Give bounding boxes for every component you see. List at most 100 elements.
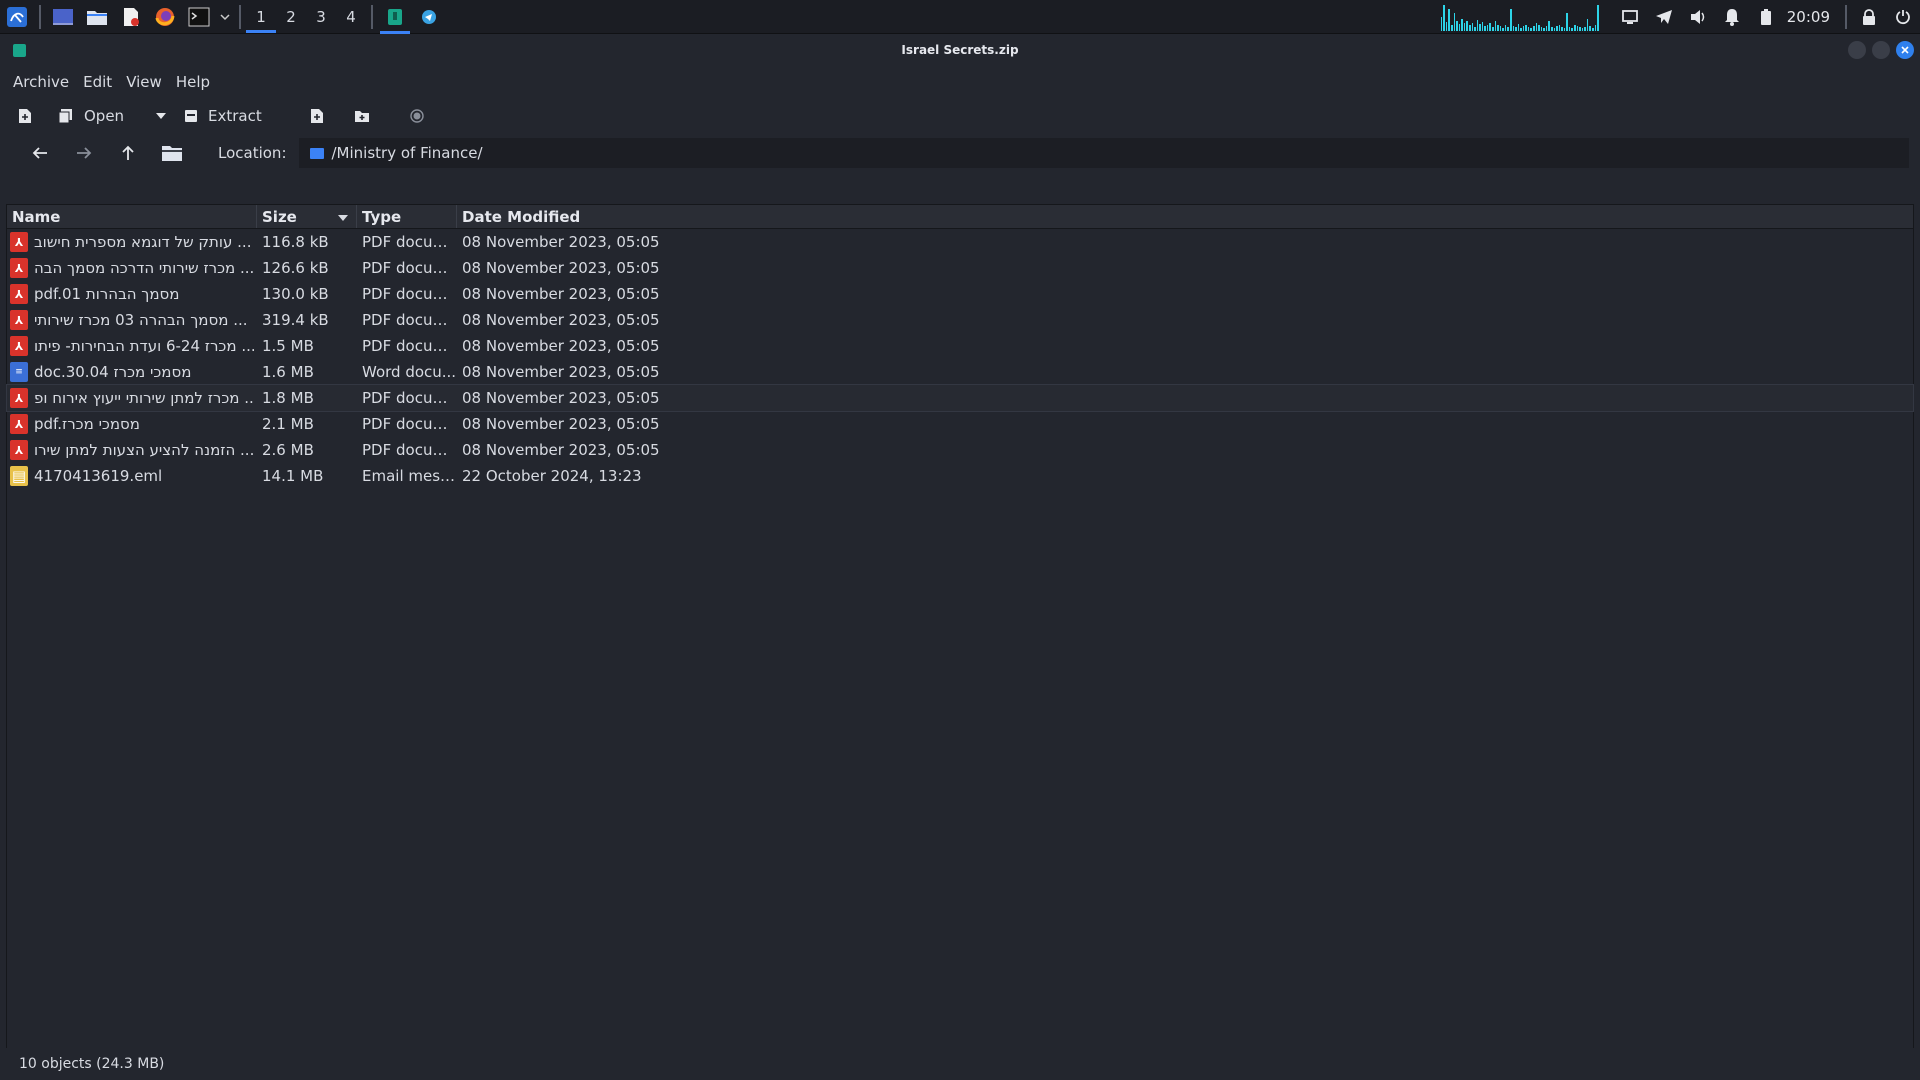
close-button[interactable] <box>1896 41 1914 59</box>
new-archive-button[interactable] <box>18 101 58 131</box>
workspace-4[interactable]: 4 <box>336 0 366 34</box>
extract-button[interactable]: Extract <box>184 101 310 131</box>
extract-label: Extract <box>208 107 262 125</box>
open-dropdown-button[interactable] <box>138 101 184 131</box>
cpu-graph-bar <box>1574 25 1576 31</box>
battery-icon[interactable] <box>1749 0 1783 34</box>
power-icon[interactable] <box>1886 0 1920 34</box>
email-file-icon: ▤ <box>10 466 28 486</box>
pdf-file-icon: ⅄ <box>10 284 28 304</box>
cpu-graph-bar <box>1456 21 1458 31</box>
firefox-icon[interactable] <box>150 2 180 32</box>
file-date-modified: 08 November 2023, 05:05 <box>462 233 660 251</box>
pdf-file-icon: ⅄ <box>10 258 28 278</box>
display-icon[interactable] <box>1613 0 1647 34</box>
titlebar[interactable]: Israel Secrets.zip <box>0 34 1920 66</box>
file-size: 130.0 kB <box>262 285 329 303</box>
workspace-3[interactable]: 3 <box>306 0 336 34</box>
file-name-cell: ⅄ מכרז למתן שירותי ייעוץ אירוח ופ ... <box>7 388 257 408</box>
location-path: /Ministry of Finance/ <box>331 144 483 162</box>
chevron-down-icon[interactable] <box>218 2 232 32</box>
add-files-button[interactable] <box>310 101 354 131</box>
add-files-icon <box>311 109 323 123</box>
cpu-graph-bar <box>1550 27 1553 31</box>
close-icon <box>1901 46 1909 54</box>
cpu-graph-bar <box>1499 26 1502 31</box>
workspace-2[interactable]: 2 <box>276 0 306 34</box>
maximize-button[interactable] <box>1872 41 1890 59</box>
pdf-file-icon: ⅄ <box>10 440 28 460</box>
minimize-button[interactable] <box>1848 41 1866 59</box>
stop-button[interactable] <box>410 101 450 131</box>
column-header-name[interactable]: Name <box>7 205 257 228</box>
menu-view[interactable]: View <box>119 73 169 91</box>
cpu-graph-bar <box>1591 28 1594 31</box>
column-header-size[interactable]: Size <box>257 205 357 228</box>
file-rows: ⅄ עותק של דוגמא מספרית חישוב ... 116.8 kB P… <box>6 229 1914 489</box>
file-type: PDF docum... <box>362 415 457 433</box>
folder-icon <box>162 146 182 161</box>
file-row[interactable]: ⅄ pdf.01 מסמך הבהרות 130.0 kB PDF docum... 0… <box>7 281 1913 307</box>
up-button[interactable] <box>106 138 150 168</box>
file-manager-icon[interactable] <box>82 2 112 32</box>
telegram-task-icon[interactable] <box>414 2 444 32</box>
cpu-graph-bar <box>1566 13 1568 31</box>
back-button[interactable] <box>18 138 62 168</box>
workspace-1[interactable]: 1 <box>246 0 276 34</box>
cpu-graph-bar <box>1522 26 1525 31</box>
column-header-type[interactable]: Type <box>357 205 457 228</box>
arrow-left-icon <box>32 147 47 159</box>
kali-menu-icon[interactable] <box>2 2 32 32</box>
pdf-file-icon: ⅄ <box>10 336 28 356</box>
file-row[interactable]: ▤ 4170413619.eml 14.1 MB Email mess... 22 Oc… <box>7 463 1913 489</box>
home-folder-button[interactable] <box>150 138 194 168</box>
file-name-cell: ⅄ מסמך הבהרה 03 מכרז שירותי ... <box>7 310 257 330</box>
pdf-file-icon: ⅄ <box>10 388 28 408</box>
file-row[interactable]: ⅄ מכרז למתן שירותי ייעוץ אירוח ופ ... 1.8 … <box>6 384 1914 412</box>
file-type: PDF docum... <box>362 441 457 459</box>
cpu-graph-bar <box>1517 24 1520 31</box>
desktop-icon[interactable] <box>48 2 78 32</box>
cpu-graph-bar <box>1481 22 1484 31</box>
file-size: 1.5 MB <box>262 337 314 355</box>
file-row[interactable]: ⅄ מסמך הבהרה 03 מכרז שירותי ... 319.4 kB PD… <box>7 307 1913 333</box>
cpu-graph-bar <box>1520 28 1522 31</box>
telegram-tray-icon[interactable] <box>1647 0 1681 34</box>
status-text: 10 objects (24.3 MB) <box>19 1056 165 1072</box>
cpu-graph-bar <box>1576 26 1579 31</box>
file-row[interactable]: ⅄ הזמנה להציע הצעות למתן שירו ... 2.6 MB PD… <box>7 437 1913 463</box>
taskbar: 1 2 3 4 20:09 <box>0 0 1920 34</box>
cpu-graph-bar <box>1558 25 1561 31</box>
open-button[interactable]: Open <box>58 101 138 131</box>
file-row[interactable]: ≡ doc.30.04 מסמכי מכרז 1.6 MB Word docu... 0… <box>7 359 1913 385</box>
terminal-icon[interactable] <box>184 2 214 32</box>
archive-manager-task-icon[interactable] <box>380 2 410 34</box>
menu-help[interactable]: Help <box>169 73 217 91</box>
file-date-modified: 08 November 2023, 05:05 <box>462 389 660 407</box>
file-date-modified: 08 November 2023, 05:05 <box>462 415 660 433</box>
file-date-modified: 08 November 2023, 05:05 <box>462 259 660 277</box>
arrow-up-icon <box>122 145 134 160</box>
cpu-graph-bar <box>1463 23 1466 31</box>
notification-bell-icon[interactable] <box>1715 0 1749 34</box>
cpu-graph-bar <box>1443 5 1445 31</box>
menu-edit[interactable]: Edit <box>76 73 119 91</box>
lock-icon[interactable] <box>1852 0 1886 34</box>
file-row[interactable]: ⅄ עותק של דוגמא מספרית חישוב ... 116.8 kB P… <box>7 229 1913 255</box>
file-row[interactable]: ⅄ מכרז 6-24 ועדת הבחירות- פיתו ... 1.5 MB P… <box>7 333 1913 359</box>
clock[interactable]: 20:09 <box>1787 8 1830 26</box>
file-row[interactable]: ⅄ מכרז שירותי הדרכה מסמך הבה ... 126.6 kB P… <box>7 255 1913 281</box>
file-row[interactable]: ⅄ pdf.מסמכי מכרז 2.1 MB PDF docum... 08 Nove… <box>7 411 1913 437</box>
volume-icon[interactable] <box>1681 0 1715 34</box>
forward-button[interactable] <box>62 138 106 168</box>
cpu-graph-bar <box>1492 27 1494 31</box>
cpu-graph-bar <box>1581 28 1584 31</box>
column-header-date[interactable]: Date Modified <box>457 205 1913 228</box>
file-name-cell: ≡ doc.30.04 מסמכי מכרז <box>7 362 257 382</box>
file-type: PDF docum... <box>362 285 457 303</box>
location-field[interactable]: /Ministry of Finance/ <box>298 138 1909 168</box>
text-editor-icon[interactable] <box>116 2 146 32</box>
add-folder-button[interactable] <box>354 101 410 131</box>
cpu-graph-bar <box>1545 26 1548 31</box>
menu-archive[interactable]: Archive <box>6 73 76 91</box>
